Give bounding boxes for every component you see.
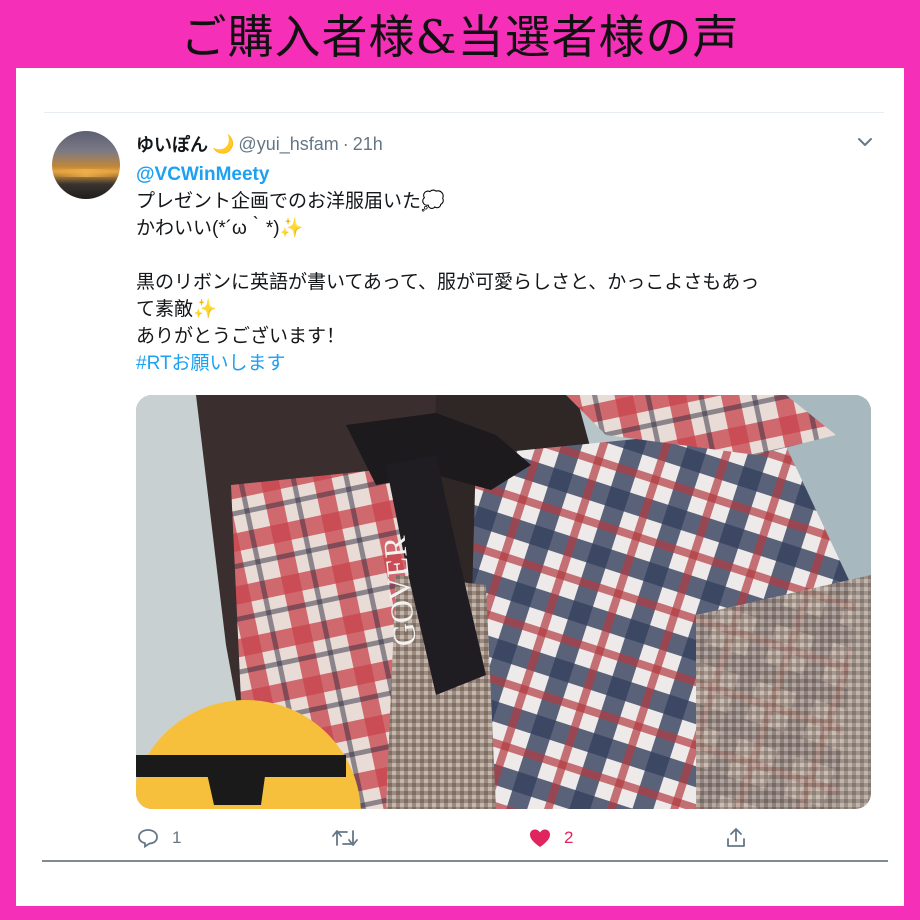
chevron-down-icon[interactable] — [854, 131, 876, 153]
tweet-photo[interactable]: GOVER — [136, 395, 871, 809]
screenshot-panel: ゆいぽん 🌙 @yui_hsfam · 21h @VCWinMeety プレゼン… — [16, 68, 904, 906]
tweet-text: @VCWinMeety プレゼント企画でのお洋服届いた💭 かわいい(*´ω｀*)… — [136, 161, 861, 377]
retweet-icon — [332, 830, 358, 846]
banner: ご購入者様&当選者様の声 — [0, 0, 920, 68]
heart-icon — [530, 829, 550, 847]
share-icon — [727, 828, 745, 847]
text-line: ありがとうございます！ — [136, 326, 346, 347]
share-button[interactable] — [724, 823, 748, 853]
tweet-header: ゆいぽん 🌙 @yui_hsfam · 21h — [136, 131, 844, 157]
separator: · — [342, 133, 349, 154]
text-line: プレゼント企画でのお洋服届いた — [136, 191, 422, 212]
tweet-actions: 1 2 — [136, 823, 836, 853]
photo-illustration: GOVER — [136, 395, 871, 809]
avatar[interactable] — [52, 131, 120, 199]
user-handle[interactable]: @yui_hsfam — [238, 134, 338, 155]
text-line: かわいい(*´ω｀*) — [136, 218, 280, 239]
hashtag-link[interactable]: #RTお願いします — [136, 353, 286, 374]
text-line: 黒のリボンに英語が書いてあって、服が可愛らしさと、かっこよさもあっ — [136, 272, 760, 293]
retweet-button[interactable] — [331, 823, 359, 853]
tweet-card[interactable]: ゆいぽん 🌙 @yui_hsfam · 21h @VCWinMeety プレゼン… — [44, 112, 884, 863]
moon-icon: 🌙 — [212, 133, 235, 154]
like-count: 2 — [564, 828, 574, 847]
text-line: て素敵 — [136, 299, 194, 320]
thought-balloon-icon: 💭 — [421, 191, 445, 212]
like-button[interactable]: 2 — [528, 823, 573, 853]
reply-button[interactable]: 1 — [136, 823, 181, 853]
divider — [42, 860, 888, 862]
reply-icon — [138, 829, 158, 849]
timestamp[interactable]: 21h — [353, 134, 383, 155]
reply-count: 1 — [172, 828, 182, 847]
mention-link[interactable]: @VCWinMeety — [136, 164, 269, 185]
sparkles-icon: ✨ — [279, 218, 304, 239]
display-name[interactable]: ゆいぽん — [136, 131, 208, 157]
banner-title: ご購入者様&当選者様の声 — [180, 10, 740, 64]
sparkles-icon: ✨ — [193, 299, 217, 320]
